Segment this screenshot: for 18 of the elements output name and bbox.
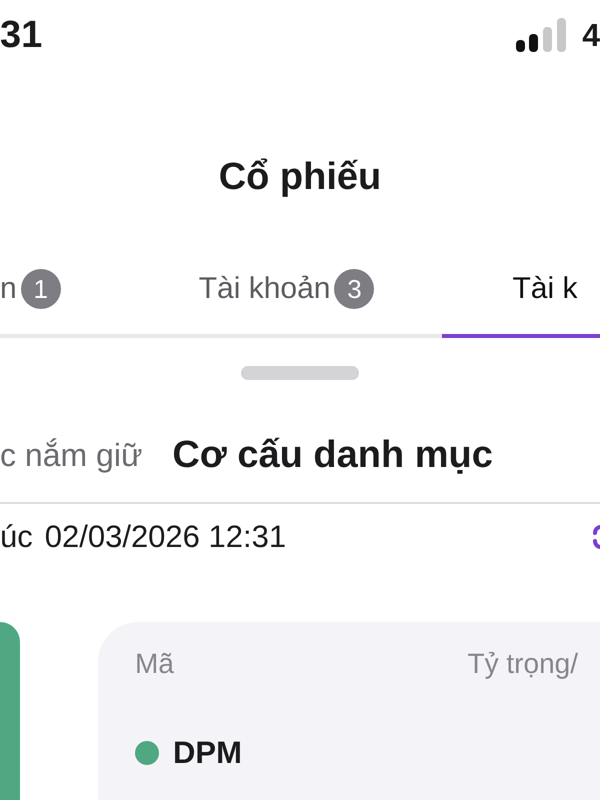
count-badge: 1 [20, 269, 61, 309]
count-badge: 3 [334, 269, 374, 309]
segment-tab[interactable]: c nắm giữ [0, 436, 142, 474]
tab[interactable]: Tài k [442, 250, 600, 338]
screen-title: Cổ phiếu [218, 156, 382, 199]
battery-level: 4 [582, 18, 600, 52]
drag-handle[interactable] [241, 366, 359, 380]
status-time: 31 [0, 14, 42, 56]
updated-time: 02/03/2026 12:31 [44, 519, 286, 555]
stock-symbol: DPM [173, 735, 242, 771]
arc-icon[interactable] [592, 524, 600, 550]
signal-icon [516, 18, 566, 52]
column-header: Mã [135, 648, 174, 680]
segment-tab[interactable]: Cơ cấu danh mục [172, 434, 493, 476]
column-header: Tỷ trọng/ [468, 648, 578, 680]
tab[interactable]: Tài khoản 3 [198, 250, 374, 338]
updated-label: úc [0, 519, 33, 555]
tab[interactable]: n 1 [0, 250, 61, 338]
